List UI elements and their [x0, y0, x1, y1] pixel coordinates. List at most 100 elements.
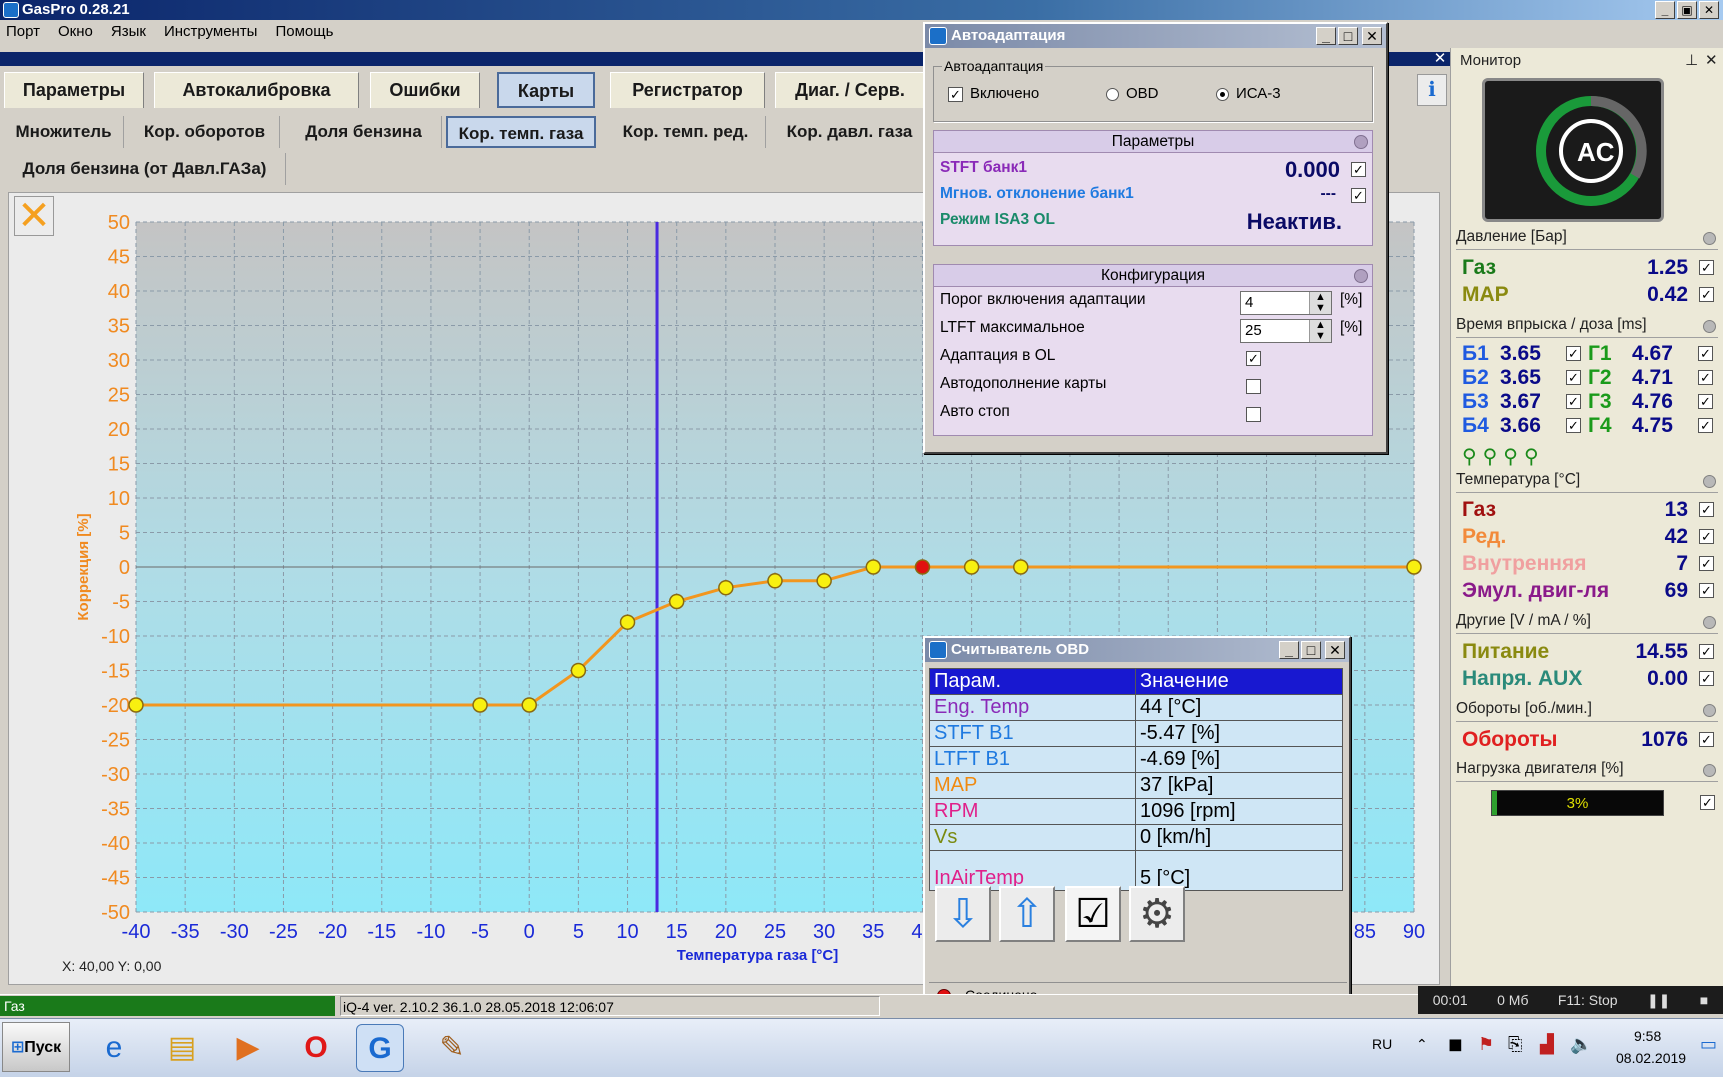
temp-gas-checkbox[interactable]: ✓ — [1699, 502, 1714, 517]
temp-internal-checkbox[interactable]: ✓ — [1699, 556, 1714, 571]
engine-load-checkbox[interactable]: ✓ — [1700, 795, 1715, 810]
pressure-gas-checkbox[interactable]: ✓ — [1699, 260, 1714, 275]
ol-adapt-checkbox[interactable]: ✓ — [1246, 351, 1261, 366]
windows-logo-icon: ⊞ — [10, 1039, 25, 1056]
pause-icon[interactable]: ❚❚ — [1647, 992, 1670, 1009]
autoadapt-titlebar[interactable]: Автоадаптация _ □ ✕ — [925, 24, 1386, 48]
data-point[interactable] — [668, 593, 685, 610]
obd-radio[interactable] — [1106, 88, 1119, 101]
table-row[interactable]: RPM 1096 [rpm] — [929, 798, 1343, 825]
gas-injector-checkbox[interactable]: ✓ — [1698, 394, 1713, 409]
gas-injector-checkbox[interactable]: ✓ — [1698, 418, 1713, 433]
collapse-icon[interactable] — [1703, 320, 1716, 333]
collapse-icon[interactable] — [1703, 704, 1716, 717]
pressure-map-checkbox[interactable]: ✓ — [1699, 287, 1714, 302]
deviation-checkbox[interactable]: ✓ — [1351, 188, 1366, 203]
selected-data-point[interactable] — [914, 559, 931, 575]
data-point[interactable] — [619, 614, 636, 630]
data-point[interactable] — [816, 573, 832, 589]
data-point[interactable] — [718, 579, 734, 596]
tray-expand-icon[interactable]: ⌃ — [1416, 1036, 1428, 1053]
gas-injector-checkbox[interactable]: ✓ — [1698, 370, 1713, 385]
data-point[interactable] — [767, 573, 783, 589]
aux-voltage-checkbox[interactable]: ✓ — [1699, 671, 1714, 686]
threshold-spinner[interactable]: 4 ▲ ▼ — [1240, 291, 1332, 315]
restore-button[interactable]: ▣ — [1677, 1, 1697, 19]
data-point[interactable] — [963, 559, 980, 575]
temp-internal-label: Внутренняя — [1462, 552, 1587, 575]
data-point[interactable] — [472, 697, 488, 713]
start-button[interactable]: ⊞Пуск — [2, 1022, 70, 1072]
gaspro-taskbar-icon[interactable]: G — [356, 1024, 404, 1072]
petrol-injector-checkbox[interactable]: ✓ — [1566, 394, 1581, 409]
language-indicator[interactable]: RU — [1372, 1036, 1392, 1052]
check-icon[interactable]: ☑ — [1065, 886, 1121, 942]
data-point[interactable] — [1406, 559, 1422, 575]
network-icon[interactable]: ▟ — [1540, 1034, 1554, 1055]
petrol-injector-checkbox[interactable]: ✓ — [1566, 370, 1581, 385]
monitor-close-icon[interactable]: ✕ — [1705, 50, 1718, 72]
obd-minimize-button[interactable]: _ — [1279, 641, 1299, 659]
petrol-injector-checkbox[interactable]: ✓ — [1566, 346, 1581, 361]
spinner-arrows-icon[interactable]: ▲ ▼ — [1309, 320, 1331, 342]
opera-icon[interactable]: O — [292, 1024, 340, 1072]
obd-value: 1096 [rpm] — [1135, 798, 1343, 825]
spinner-arrows-icon[interactable]: ▲ ▼ — [1309, 292, 1331, 314]
config-collapse-icon[interactable] — [1354, 269, 1368, 283]
table-row[interactable]: Eng. Temp 44 [°C] — [929, 694, 1343, 721]
data-point[interactable] — [521, 697, 537, 713]
params-collapse-icon[interactable] — [1354, 135, 1368, 149]
collapse-icon[interactable] — [1703, 475, 1716, 488]
table-row[interactable]: InAirTemp 5 [°C] — [929, 850, 1343, 891]
paint-icon[interactable]: ✎ — [428, 1024, 476, 1072]
close-button[interactable]: ✕ — [1699, 1, 1719, 19]
collapse-icon[interactable] — [1703, 616, 1716, 629]
data-point[interactable] — [865, 559, 882, 575]
internet-explorer-icon[interactable]: e — [90, 1024, 138, 1072]
gas-injector-checkbox[interactable]: ✓ — [1698, 346, 1713, 361]
autoadapt-close-button[interactable]: ✕ — [1362, 27, 1382, 45]
isa3-radio[interactable] — [1216, 88, 1229, 101]
collapse-icon[interactable] — [1703, 232, 1716, 245]
map-autofill-checkbox[interactable] — [1246, 379, 1261, 394]
clock-time[interactable]: 9:58 — [1634, 1028, 1661, 1044]
show-desktop-icon[interactable]: ▭ — [1700, 1034, 1717, 1055]
table-row[interactable]: STFT B1 -5.47 [%] — [929, 720, 1343, 747]
autoadapt-maximize-button[interactable]: □ — [1338, 27, 1358, 45]
temp-reducer-checkbox[interactable]: ✓ — [1699, 529, 1714, 544]
minimize-button[interactable]: _ — [1655, 1, 1675, 19]
clock-date[interactable]: 08.02.2019 — [1616, 1050, 1686, 1066]
rpm-checkbox[interactable]: ✓ — [1699, 732, 1714, 747]
temp-engine-emul-checkbox[interactable]: ✓ — [1699, 583, 1714, 598]
ac-logo: AC — [1482, 78, 1664, 222]
reset-icon[interactable]: ✕ — [14, 196, 54, 236]
obd-close-button[interactable]: ✕ — [1325, 641, 1345, 659]
table-row[interactable]: LTFT B1 -4.69 [%] — [929, 746, 1343, 773]
supply-voltage-checkbox[interactable]: ✓ — [1699, 644, 1714, 659]
file-explorer-icon[interactable]: ▤ — [158, 1024, 206, 1072]
pin-icon[interactable]: ⊥ — [1685, 50, 1698, 72]
auto-stop-checkbox[interactable] — [1246, 407, 1261, 422]
stft-checkbox[interactable]: ✓ — [1351, 162, 1366, 177]
ltft-max-spinner[interactable]: 25 ▲ ▼ — [1240, 319, 1332, 343]
action-center-icon[interactable]: ⚑ — [1478, 1034, 1494, 1055]
gear-icon[interactable]: ⚙ — [1129, 886, 1185, 942]
up-arrow-icon[interactable]: ⇧ — [999, 886, 1055, 942]
stop-icon[interactable]: ■ — [1700, 992, 1708, 1008]
table-row[interactable]: Vs 0 [km/h] — [929, 824, 1343, 851]
tray-app-icon[interactable]: ◼ — [1448, 1034, 1463, 1055]
obd-titlebar[interactable]: Считыватель OBD _ □ ✕ — [925, 638, 1349, 662]
enabled-checkbox[interactable]: ✓ — [948, 87, 963, 102]
volume-icon[interactable]: 🔈 — [1570, 1034, 1592, 1055]
down-arrow-icon[interactable]: ⇩ — [935, 886, 991, 942]
obd-maximize-button[interactable]: □ — [1301, 641, 1321, 659]
media-player-icon[interactable]: ▶ — [224, 1024, 272, 1072]
data-point[interactable] — [1013, 559, 1029, 575]
autoadapt-minimize-button[interactable]: _ — [1316, 27, 1336, 45]
collapse-icon[interactable] — [1703, 764, 1716, 777]
data-point[interactable] — [128, 697, 144, 713]
usb-icon[interactable]: ⎘ — [1508, 1034, 1522, 1055]
data-point[interactable] — [570, 662, 587, 679]
petrol-injector-checkbox[interactable]: ✓ — [1566, 418, 1581, 433]
table-row[interactable]: MAP 37 [kPa] — [929, 772, 1343, 799]
